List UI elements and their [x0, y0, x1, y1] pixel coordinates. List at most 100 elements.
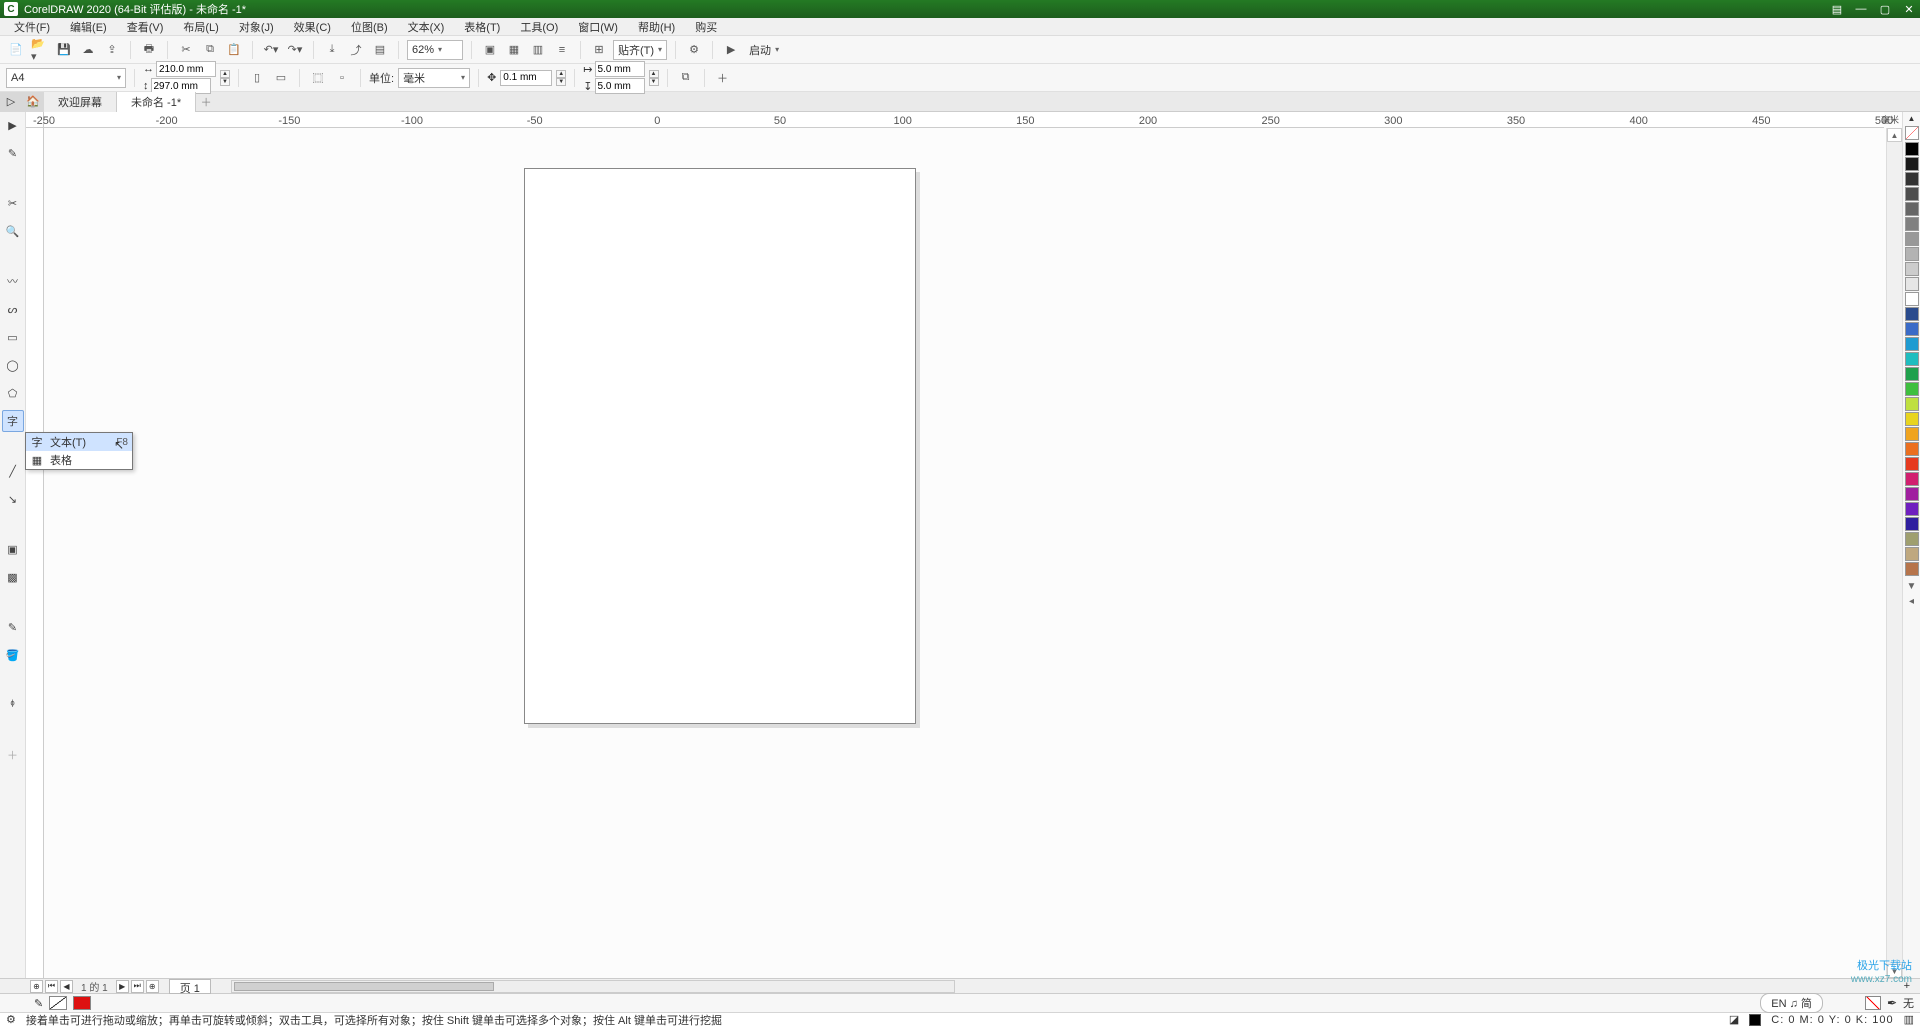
launch-icon[interactable]: ▶: [721, 40, 741, 60]
dup-x-input[interactable]: [595, 61, 645, 77]
menu-layout[interactable]: 布局(L): [173, 19, 228, 35]
color-swatch[interactable]: [1905, 232, 1919, 246]
menu-window[interactable]: 窗口(W): [568, 19, 628, 35]
palette-scroll-up[interactable]: ▲: [1908, 114, 1916, 126]
customize-toolbox-button[interactable]: ＋: [2, 744, 24, 766]
color-swatch[interactable]: [1905, 517, 1919, 531]
menu-file[interactable]: 文件(F): [4, 19, 60, 35]
horizontal-ruler[interactable]: -250-200-150-100-50050100150200250300350…: [44, 112, 1884, 128]
save-button[interactable]: 💾: [54, 40, 74, 60]
cut-button[interactable]: ✂: [176, 40, 196, 60]
status-fill-swatch[interactable]: [1749, 1014, 1761, 1026]
connector-tool[interactable]: ↘: [2, 488, 24, 510]
fill-none-indicator[interactable]: [1865, 996, 1881, 1010]
dup-y-input[interactable]: [595, 78, 645, 94]
window-mystery-icon[interactable]: ▤: [1830, 2, 1844, 16]
color-swatch[interactable]: [1905, 442, 1919, 456]
page-tab-1[interactable]: 页 1: [169, 979, 211, 994]
menu-view[interactable]: 查看(V): [117, 19, 174, 35]
nav-plus[interactable]: +: [1904, 980, 1910, 992]
grid-button[interactable]: ▦: [504, 40, 524, 60]
color-swatch[interactable]: [1905, 322, 1919, 336]
color-swatch[interactable]: [1905, 292, 1919, 306]
outline-tool[interactable]: ᶲ: [2, 694, 24, 716]
treat-as-button[interactable]: ⧉: [676, 68, 696, 88]
add-page-button[interactable]: ⊕: [30, 980, 43, 993]
color-swatch[interactable]: [1905, 532, 1919, 546]
horizontal-scrollbar[interactable]: [211, 980, 1904, 993]
current-page-button[interactable]: ▫: [332, 68, 352, 88]
outline-pen-icon[interactable]: ✒: [1887, 996, 1897, 1010]
drop-shadow-tool[interactable]: ▣: [2, 538, 24, 560]
color-swatch[interactable]: [1905, 187, 1919, 201]
open-button[interactable]: 📂▾: [30, 40, 50, 60]
add-preset-button[interactable]: ＋: [713, 68, 733, 88]
color-swatch[interactable]: [1905, 502, 1919, 516]
color-swatch[interactable]: [1905, 202, 1919, 216]
color-swatch[interactable]: [1905, 217, 1919, 231]
color-swatch[interactable]: [1905, 142, 1919, 156]
baseline-button[interactable]: ≡: [552, 40, 572, 60]
color-swatch[interactable]: [1905, 412, 1919, 426]
palette-expand-button[interactable]: ◂: [1909, 596, 1914, 607]
zoom-tool[interactable]: 🔍: [2, 220, 24, 242]
menu-bitmap[interactable]: 位图(B): [341, 19, 398, 35]
color-swatch[interactable]: [1905, 487, 1919, 501]
transparency-tool[interactable]: ▩: [2, 566, 24, 588]
text-tool[interactable]: 字: [2, 410, 24, 432]
current-no-color[interactable]: [49, 996, 67, 1010]
color-swatch[interactable]: [1905, 172, 1919, 186]
guides-button[interactable]: ▥: [528, 40, 548, 60]
vertical-scrollbar[interactable]: ▲ ▼: [1886, 128, 1902, 978]
crop-tool[interactable]: ✂: [2, 192, 24, 214]
menu-help[interactable]: 帮助(H): [628, 19, 685, 35]
snap-combo[interactable]: 贴齐(T)▾: [613, 40, 667, 60]
color-swatch[interactable]: [1905, 562, 1919, 576]
color-swatch[interactable]: [1905, 367, 1919, 381]
color-swatch[interactable]: [1905, 307, 1919, 321]
close-button[interactable]: ✕: [1902, 2, 1916, 16]
menu-effect[interactable]: 效果(C): [284, 19, 341, 35]
scroll-down-button[interactable]: ▼: [1887, 964, 1902, 978]
artistic-media-tool[interactable]: ᔕ: [2, 298, 24, 320]
undo-button[interactable]: ↶▾: [261, 40, 281, 60]
options-button[interactable]: ⚙: [684, 40, 704, 60]
menu-buy[interactable]: 购买: [685, 19, 727, 35]
fullscreen-button[interactable]: ▣: [480, 40, 500, 60]
page-canvas[interactable]: [524, 168, 916, 724]
zoom-combo[interactable]: 62%▾: [407, 40, 463, 60]
unit-combo[interactable]: 毫米▾: [398, 68, 470, 88]
color-swatch[interactable]: [1905, 352, 1919, 366]
minimize-button[interactable]: —: [1854, 2, 1868, 16]
pick-tool-tab-icon[interactable]: ▷: [0, 92, 22, 112]
color-swatch[interactable]: [1905, 547, 1919, 561]
fill-tool[interactable]: 🪣: [2, 644, 24, 666]
color-swatch[interactable]: [1905, 472, 1919, 486]
rectangle-tool[interactable]: ▭: [2, 326, 24, 348]
vertical-ruler[interactable]: [26, 128, 44, 978]
flyout-table-tool[interactable]: ▦ 表格: [26, 451, 132, 469]
menu-table[interactable]: 表格(T): [454, 19, 510, 35]
color-swatch[interactable]: [1905, 382, 1919, 396]
all-pages-button[interactable]: ⿴: [308, 68, 328, 88]
color-swatch[interactable]: [1905, 247, 1919, 261]
home-tab-icon[interactable]: 🏠: [22, 92, 44, 112]
ellipse-tool[interactable]: ◯: [2, 354, 24, 376]
maximize-button[interactable]: ▢: [1878, 2, 1892, 16]
welcome-tab[interactable]: 欢迎屏幕: [44, 92, 117, 112]
launch-combo[interactable]: 启动▾: [745, 40, 783, 60]
edit-colors-icon[interactable]: ✎: [34, 997, 43, 1010]
menu-object[interactable]: 对象(J): [229, 19, 284, 35]
color-swatch[interactable]: [1905, 457, 1919, 471]
export-button[interactable]: ⤴: [346, 40, 366, 60]
color-swatch[interactable]: [1905, 397, 1919, 411]
landscape-button[interactable]: ▭: [271, 68, 291, 88]
first-page-button[interactable]: ⏮: [45, 980, 58, 993]
status-gear-icon[interactable]: ⚙: [6, 1013, 16, 1026]
color-swatch[interactable]: [1905, 427, 1919, 441]
nudge-input[interactable]: [500, 70, 552, 86]
ime-indicator[interactable]: EN ♫ 简: [1760, 993, 1823, 1013]
polygon-tool[interactable]: ⬠: [2, 382, 24, 404]
current-fill-color[interactable]: [73, 996, 91, 1010]
paste-button[interactable]: 📋: [224, 40, 244, 60]
